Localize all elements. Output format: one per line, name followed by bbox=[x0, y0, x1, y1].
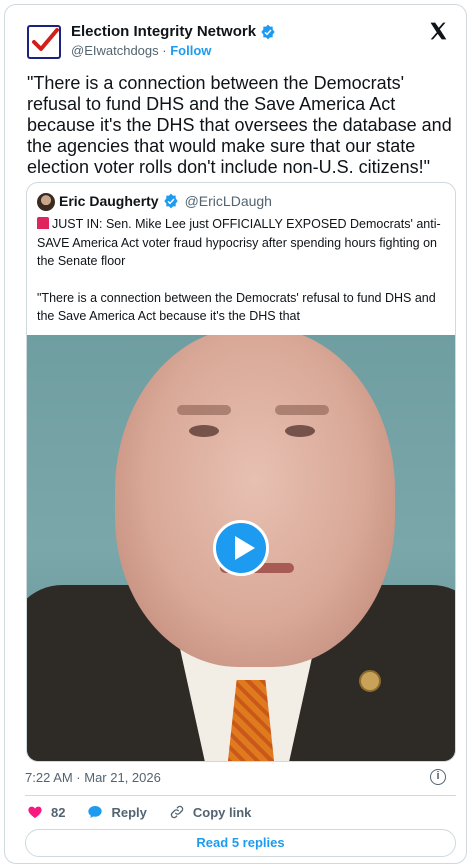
video-figure-face bbox=[115, 335, 395, 667]
siren-icon bbox=[37, 217, 49, 229]
quoted-author-handle[interactable]: @EricLDaugh bbox=[185, 193, 272, 209]
tweet-text: "There is a connection between the Democ… bbox=[27, 73, 452, 177]
video-figure-brow-left bbox=[177, 405, 231, 415]
reply-button[interactable]: Reply bbox=[87, 804, 147, 820]
x-logo-icon[interactable] bbox=[428, 21, 448, 41]
copy-link-label: Copy link bbox=[192, 804, 252, 820]
read-replies-button[interactable]: Read 5 replies bbox=[25, 829, 456, 857]
tweet-card: Election Integrity Network @EIwatchdogs … bbox=[4, 4, 467, 864]
author-name-text[interactable]: Election Integrity Network bbox=[71, 23, 256, 40]
quoted-paragraph-2: "There is a connection between the Democ… bbox=[37, 290, 436, 324]
video-figure-brow-right bbox=[275, 405, 329, 415]
video-player[interactable] bbox=[27, 335, 455, 761]
separator-dot: · bbox=[162, 43, 167, 58]
verified-badge-icon bbox=[163, 193, 178, 209]
follow-button[interactable]: Follow bbox=[170, 43, 211, 58]
like-button[interactable]: 82 bbox=[27, 804, 65, 820]
action-bar: 82 Reply Copy link bbox=[27, 803, 273, 821]
author-handle[interactable]: @EIwatchdogs bbox=[71, 43, 159, 58]
verified-badge-icon bbox=[261, 24, 275, 39]
divider bbox=[25, 795, 456, 796]
like-count: 82 bbox=[51, 804, 66, 820]
copy-link-button[interactable]: Copy link bbox=[169, 804, 252, 820]
timestamp[interactable]: 7:22 AM · Mar 21, 2026 bbox=[25, 770, 161, 785]
quoted-avatar[interactable] bbox=[37, 193, 55, 211]
video-figure-eye-right bbox=[285, 425, 315, 437]
quoted-author-name[interactable]: Eric Daugherty bbox=[59, 193, 159, 209]
quoted-text: JUST IN: Sen. Mike Lee just OFFICIALLY E… bbox=[37, 215, 449, 326]
link-icon bbox=[170, 805, 184, 819]
author-name[interactable]: Election Integrity Network bbox=[71, 23, 276, 40]
quoted-author[interactable]: Eric Daugherty @EricLDaugh bbox=[59, 193, 272, 209]
checkbox-logo-icon[interactable] bbox=[27, 25, 61, 59]
info-icon[interactable]: i bbox=[430, 769, 446, 785]
heart-icon bbox=[28, 806, 42, 818]
play-icon[interactable] bbox=[213, 520, 269, 576]
lapel-pin bbox=[359, 670, 381, 692]
quoted-paragraph-1: JUST IN: Sen. Mike Lee just OFFICIALLY E… bbox=[37, 217, 441, 268]
reply-bubble-icon bbox=[88, 806, 103, 818]
author-handle-line: @EIwatchdogs · Follow bbox=[71, 43, 211, 58]
reply-label: Reply bbox=[111, 804, 147, 820]
video-figure-eye-left bbox=[189, 425, 219, 437]
quoted-tweet[interactable]: Eric Daugherty @EricLDaugh JUST IN: Sen.… bbox=[26, 182, 456, 762]
